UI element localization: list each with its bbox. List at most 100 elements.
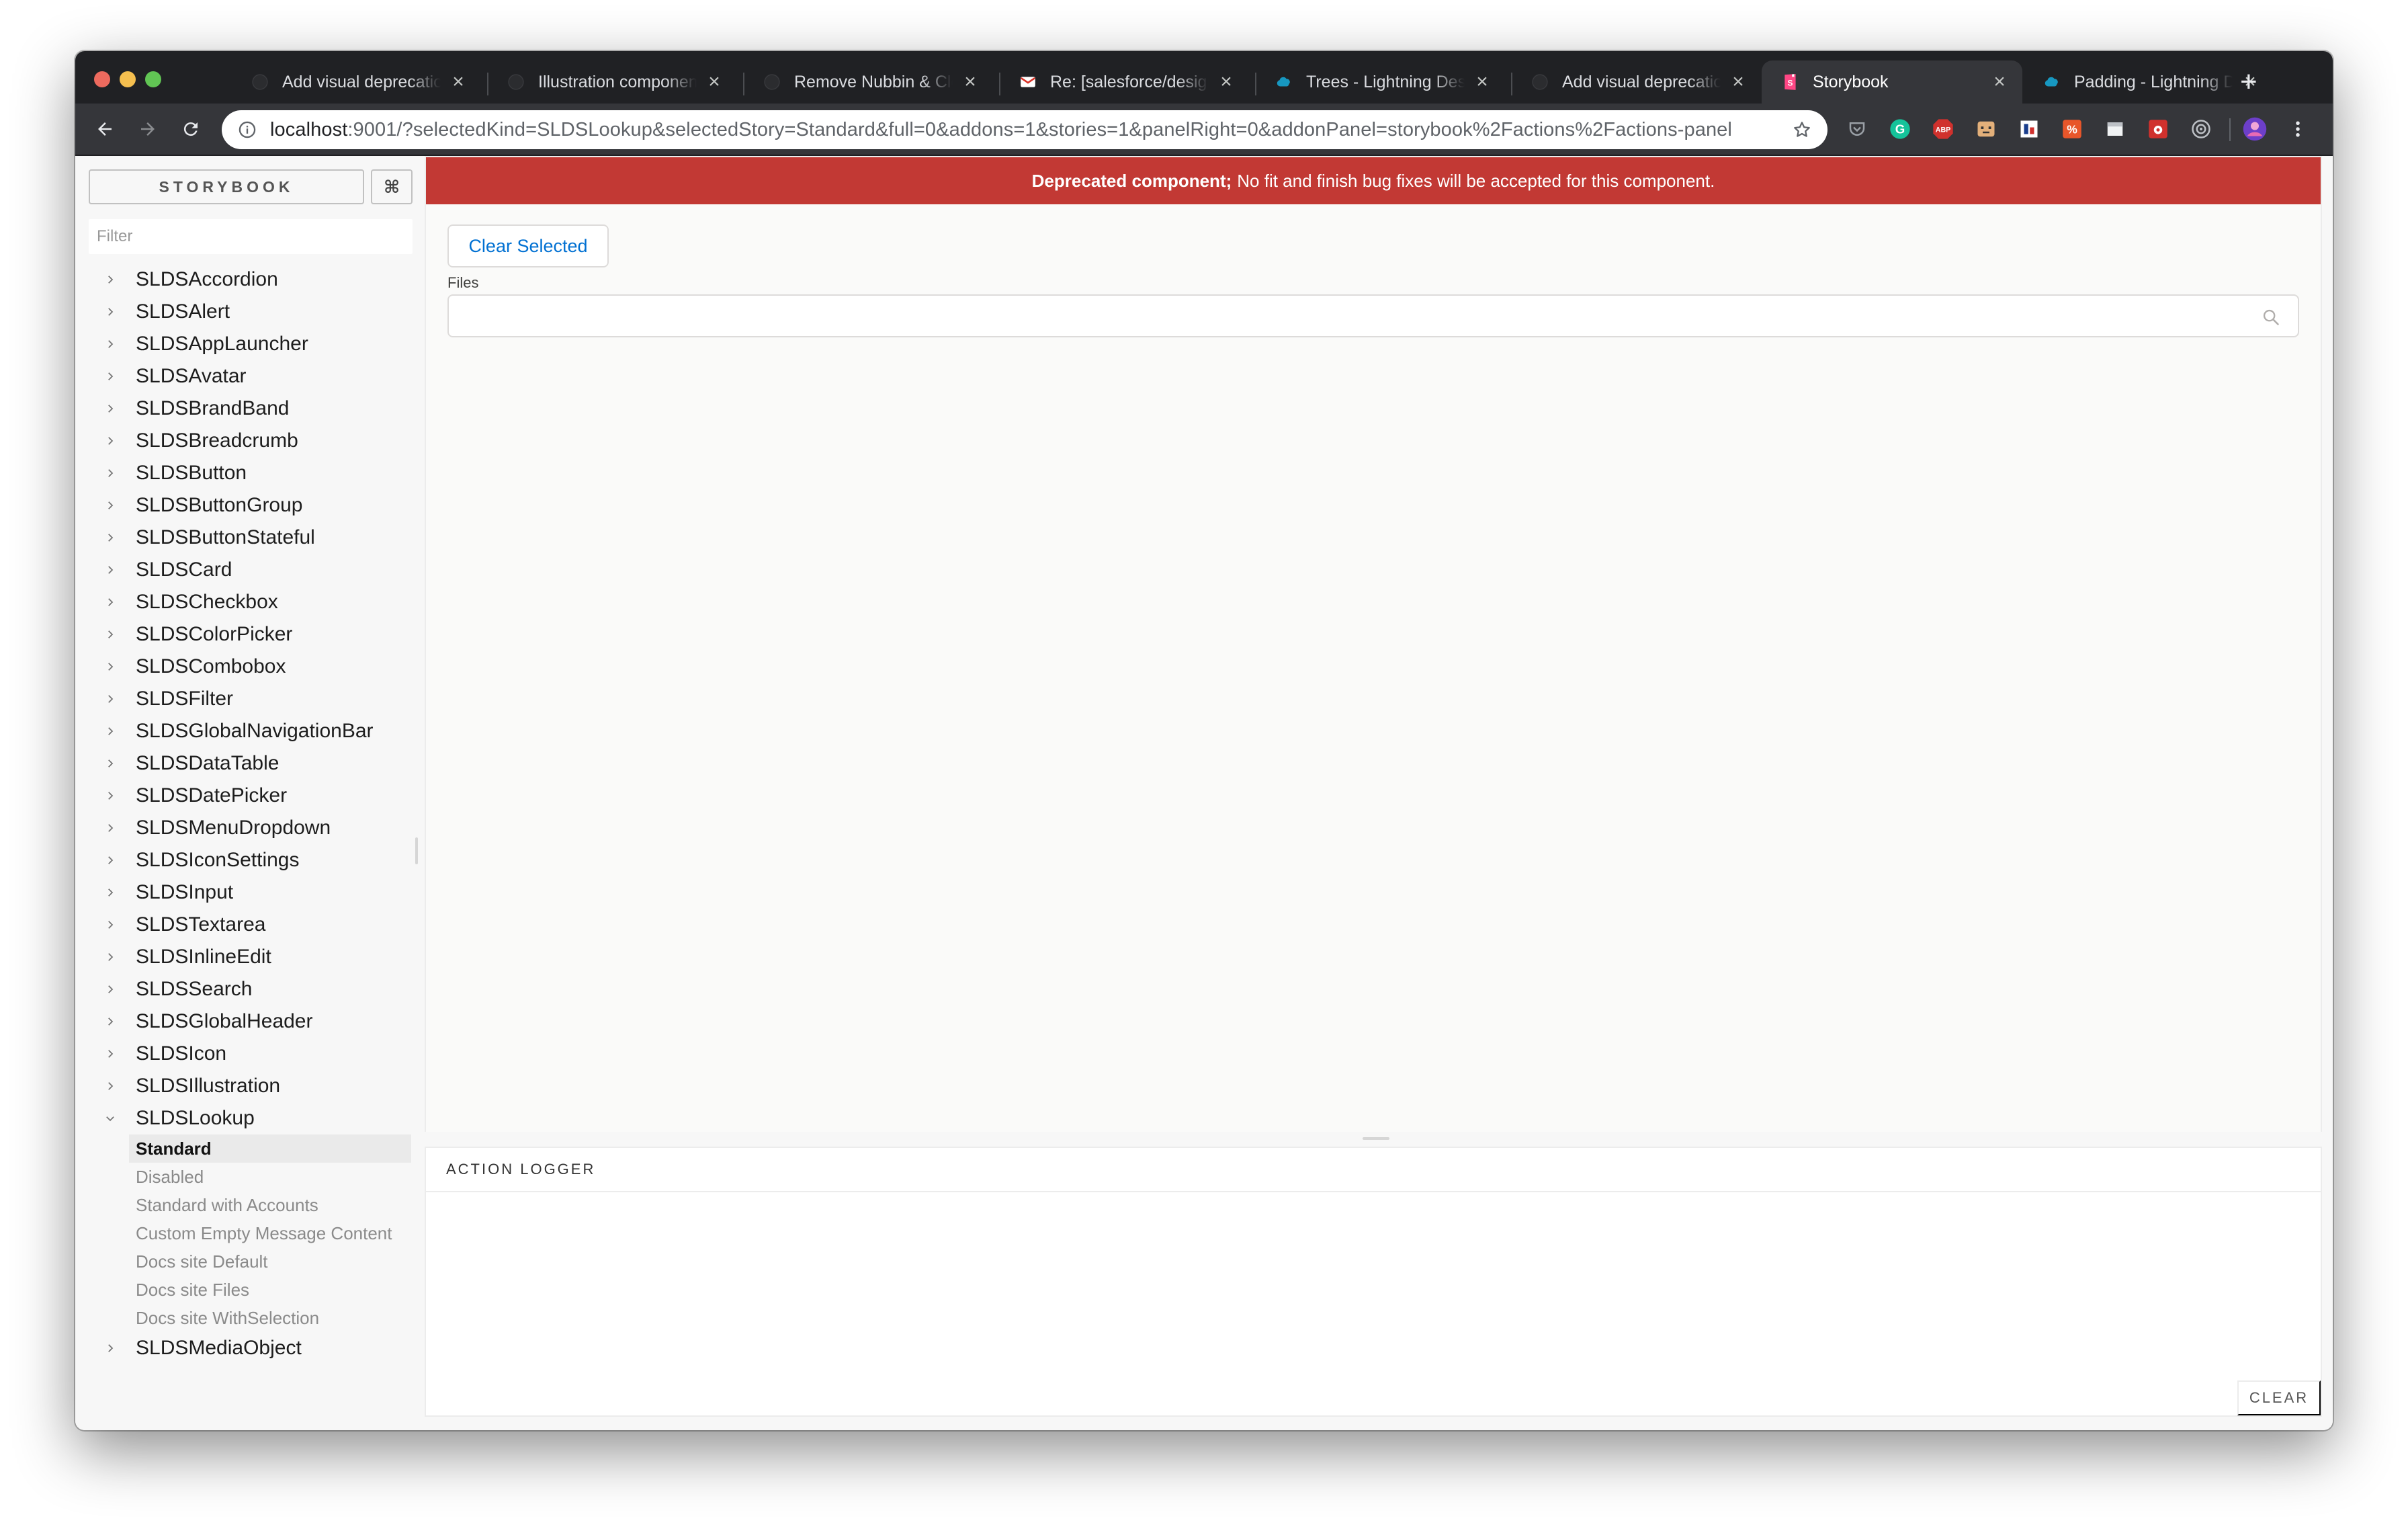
arrow-right-icon — [141, 122, 155, 136]
forward-button[interactable] — [133, 114, 163, 144]
browser-tab[interactable]: Add visual deprecation × — [231, 60, 481, 104]
maximize-window-button[interactable] — [145, 71, 161, 87]
chevron-right-icon — [102, 304, 118, 320]
close-tab-icon[interactable]: × — [961, 72, 980, 92]
chevron-right-icon — [102, 723, 118, 739]
browser-tab[interactable]: Re: [salesforce/design × — [999, 60, 1249, 104]
salesforce-cloud-icon — [2043, 73, 2061, 91]
clear-selected-button[interactable]: Clear Selected — [447, 224, 609, 267]
sidebar-kind-label: SLDSInput — [136, 881, 234, 903]
reload-icon — [183, 122, 198, 136]
extension-flag-icon[interactable] — [2017, 117, 2041, 141]
sidebar-kind-item[interactable]: SLDSMediaObject — [75, 1332, 425, 1364]
browser-tab[interactable]: Add visual deprecation × — [1511, 60, 1761, 104]
grammarly-icon[interactable]: G — [1888, 117, 1912, 141]
pocket-icon[interactable] — [1845, 117, 1869, 141]
sidebar-kind-item[interactable]: SLDSSearch — [75, 973, 425, 1005]
close-tab-icon[interactable]: × — [1990, 72, 2009, 92]
sidebar-kind-item[interactable]: SLDSIllustration — [75, 1070, 425, 1102]
addon-resize-handle[interactable] — [1363, 1137, 1389, 1140]
sidebar-story-item[interactable]: Docs site WithSelection — [129, 1304, 411, 1332]
browser-tab[interactable]: Remove Nubbin & Close × — [743, 60, 993, 104]
sidebar-kind-item[interactable]: SLDSCard — [75, 554, 425, 586]
sidebar-story-item[interactable]: Disabled — [129, 1163, 411, 1191]
sidebar-kind-item[interactable]: SLDSButtonGroup — [75, 489, 425, 522]
close-tab-icon[interactable]: × — [1473, 72, 1492, 92]
sidebar-kind-item[interactable]: SLDSColorPicker — [75, 618, 425, 651]
sidebar-kind-item[interactable]: SLDSAccordion — [75, 263, 425, 296]
close-tab-icon[interactable]: × — [705, 72, 724, 92]
close-tab-icon[interactable]: × — [1217, 72, 1236, 92]
filter-input[interactable] — [89, 219, 413, 254]
new-tab-button[interactable]: + — [2240, 67, 2258, 97]
sidebar-kind-item[interactable]: SLDSTextarea — [75, 909, 425, 941]
files-lookup-input[interactable] — [447, 294, 2299, 337]
browser-tab[interactable]: S Storybook × — [1762, 60, 2022, 104]
github-icon — [251, 73, 269, 91]
profile-avatar[interactable] — [2243, 117, 2267, 141]
close-tab-icon[interactable]: × — [449, 72, 468, 92]
sidebar-kind-label: SLDSInlineEdit — [136, 946, 271, 968]
close-tab-icon[interactable]: × — [1729, 72, 1748, 92]
extension-face-icon[interactable] — [1974, 117, 1998, 141]
sidebar-kind-item[interactable]: SLDSDatePicker — [75, 780, 425, 812]
sidebar-kind-item[interactable]: SLDSGlobalHeader — [75, 1005, 425, 1038]
sidebar-kind-item[interactable]: SLDSAlert — [75, 296, 425, 328]
browser-tab[interactable]: Padding - Lightning Design× — [2023, 60, 2273, 104]
sidebar-kind-item[interactable]: SLDSMenuDropdown — [75, 812, 425, 844]
extension-target-icon[interactable] — [2189, 117, 2213, 141]
sidebar-kind-item[interactable]: SLDSCombobox — [75, 651, 425, 683]
sidebar-kind-item[interactable]: SLDSIconSettings — [75, 844, 425, 876]
url-text[interactable]: localhost:9001/?selectedKind=SLDSLookup&… — [270, 119, 1787, 141]
sidebar-story-item[interactable]: Docs site Files — [129, 1276, 411, 1304]
chevron-right-icon — [102, 336, 118, 352]
back-button[interactable] — [90, 114, 120, 144]
extension-window-icon[interactable] — [2103, 117, 2127, 141]
sidebar-kind-item[interactable]: SLDSCheckbox — [75, 586, 425, 618]
storybook-brand-link[interactable]: STORYBOOK — [89, 169, 364, 204]
browser-window: Add visual deprecation × Illustration comp… — [75, 51, 2333, 1430]
sidebar-kind-label: SLDSMediaObject — [136, 1337, 302, 1359]
chevron-right-icon — [102, 884, 118, 901]
sidebar-kind-item[interactable]: SLDSGlobalNavigationBar — [75, 715, 425, 747]
sidebar-story-item[interactable]: Custom Empty Message Content — [129, 1219, 411, 1247]
sidebar-kind-item[interactable]: SLDSButtonStateful — [75, 522, 425, 554]
browser-tab[interactable]: Illustration component × — [487, 60, 737, 104]
sidebar-kind-item[interactable]: SLDSLookup — [75, 1102, 425, 1134]
sidebar-kind-item[interactable]: SLDSAppLauncher — [75, 328, 425, 360]
sidebar-kind-item[interactable]: SLDSBrandBand — [75, 392, 425, 425]
sidebar-story-item[interactable]: Standard with Accounts — [129, 1191, 411, 1219]
sidebar-kind-item[interactable]: SLDSFilter — [75, 683, 425, 715]
more-menu-icon[interactable] — [2286, 117, 2310, 141]
sidebar-kind-item[interactable]: SLDSInput — [75, 876, 425, 909]
sidebar-kind-item[interactable]: SLDSButton — [75, 457, 425, 489]
browser-tab[interactable]: Trees - Lightning Design × — [1255, 60, 1505, 104]
address-bar[interactable]: localhost:9001/?selectedKind=SLDSLookup&… — [222, 110, 1828, 149]
sidebar-story-item[interactable]: Standard — [129, 1134, 411, 1163]
stories-sidebar: STORYBOOK ⌘ SLDSAccordion SLDSAlert SLDSAp… — [75, 156, 425, 1430]
stories-tree: SLDSAccordion SLDSAlert SLDSAppLauncher SLD… — [75, 263, 425, 1364]
extension-percent-icon[interactable]: % — [2060, 117, 2084, 141]
adblock-plus-icon[interactable]: ABP — [1931, 117, 1955, 141]
keyboard-shortcuts-button[interactable]: ⌘ — [371, 169, 413, 204]
minimize-window-button[interactable] — [120, 71, 136, 87]
info-icon[interactable] — [232, 120, 262, 139]
sidebar-kind-item[interactable]: SLDSAvatar — [75, 360, 425, 392]
sidebar-kind-item[interactable]: SLDSDataTable — [75, 747, 425, 780]
clear-actions-button[interactable]: CLEAR — [2237, 1380, 2321, 1415]
tab-action-logger[interactable]: ACTION LOGGER — [426, 1148, 2321, 1192]
tab-title: Storybook — [1813, 72, 1889, 91]
bookmark-star-icon[interactable] — [1787, 120, 1817, 140]
files-label: Files — [447, 274, 479, 291]
sidebar-kind-label: SLDSAvatar — [136, 365, 247, 387]
extension-bug-icon[interactable] — [2146, 117, 2170, 141]
sidebar-kind-item[interactable]: SLDSBreadcrumb — [75, 425, 425, 457]
sidebar-kind-item[interactable]: SLDSInlineEdit — [75, 941, 425, 973]
reload-button[interactable] — [176, 114, 206, 144]
close-window-button[interactable] — [94, 71, 110, 87]
sidebar-resize-handle[interactable] — [415, 837, 418, 864]
story-stage: Clear Selected Files — [426, 204, 2321, 1132]
sidebar-story-item[interactable]: Docs site Default — [129, 1247, 411, 1276]
gmail-icon — [1019, 73, 1037, 91]
sidebar-kind-item[interactable]: SLDSIcon — [75, 1038, 425, 1070]
